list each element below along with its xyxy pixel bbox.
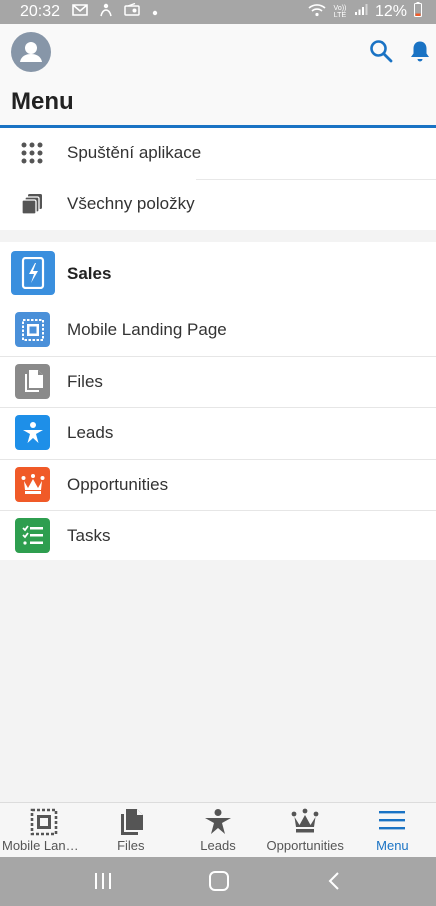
menu-item-label: Leads [67, 423, 114, 442]
battery-percent: 12% [374, 3, 407, 20]
sales-app-icon [11, 251, 55, 295]
menu-item-app-launcher[interactable]: Spuštění aplikace [0, 128, 436, 179]
dot-icon [152, 3, 158, 21]
bottom-nav-opportunities[interactable]: Opportunities [262, 803, 349, 857]
all-items-icon [20, 192, 44, 216]
avatar[interactable] [11, 32, 51, 72]
bottom-nav-menu[interactable]: Menu [349, 803, 436, 857]
menu-item-label: Mobile Landing Page [67, 320, 227, 339]
search-icon[interactable] [369, 39, 393, 68]
menu-item-mobile-landing-page[interactable]: Mobile Landing Page [0, 304, 436, 356]
app-header: Menu [0, 24, 436, 128]
menu-item-label: Files [67, 371, 103, 391]
back-icon[interactable] [327, 871, 341, 896]
leads-icon [204, 808, 232, 841]
leads-icon [15, 415, 50, 450]
bottom-nav-label: Menu [376, 838, 409, 853]
battery-icon [414, 2, 422, 22]
menu-item-label: Opportunities [67, 474, 169, 494]
user-icon [20, 42, 42, 62]
bottom-nav-label: Files [117, 838, 145, 853]
gmail-icon [72, 3, 88, 21]
tasks-icon [15, 518, 50, 553]
signal-icon [354, 3, 368, 21]
status-time: 20:32 [20, 3, 61, 20]
menu-item-label: Všechny položky [67, 194, 195, 213]
menu-item-opportunities[interactable]: Opportunities [0, 458, 436, 511]
notification-bell-icon[interactable] [408, 39, 432, 68]
files-icon [15, 363, 50, 399]
system-navigation-bar [0, 857, 436, 906]
bottom-nav-leads[interactable]: Leads [174, 803, 261, 857]
bottom-nav-mobile-landing-page[interactable]: Mobile Landi... [0, 803, 87, 857]
bottom-nav-label: Opportunities [266, 838, 344, 853]
menu-item-label: Spuštění aplikace [67, 143, 202, 162]
menu-item-files[interactable]: Files [0, 355, 436, 408]
menu-item-all-items[interactable]: Všechny položky [0, 179, 436, 230]
sales-app-header[interactable]: Sales [0, 242, 436, 304]
recent-apps-icon[interactable] [94, 871, 112, 896]
opportunities-icon [291, 808, 319, 839]
menu-item-leads[interactable]: Leads [0, 407, 436, 459]
opportunities-icon [15, 466, 50, 502]
sales-section: Sales Mobile Landing Page Files Leads Op… [0, 242, 436, 560]
bottom-navigation: Mobile Landi... Files Leads Opportunitie… [0, 802, 436, 857]
menu-item-tasks[interactable]: Tasks [0, 510, 436, 562]
landing-page-icon [30, 808, 58, 841]
radio-icon [124, 2, 140, 21]
bottom-nav-files[interactable]: Files [87, 803, 174, 857]
network-type: Vo)) LTE [333, 5, 347, 19]
sales-title: Sales [67, 264, 112, 283]
home-icon[interactable] [208, 871, 230, 896]
bottom-nav-label: Mobile Landi... [2, 838, 87, 853]
files-icon [118, 808, 144, 841]
landing-page-icon [15, 312, 50, 347]
bottom-nav-label: Leads [200, 838, 236, 853]
menu-item-label: Tasks [67, 526, 111, 545]
app-notification-icon [100, 3, 112, 22]
page-title: Menu [11, 88, 74, 115]
wifi-icon [308, 3, 326, 22]
hamburger-menu-icon [378, 808, 406, 837]
app-launcher-icon [20, 141, 44, 165]
launcher-section: Spuštění aplikace Všechny položky [0, 128, 436, 230]
status-bar: 20:32 Vo)) LTE 12% [0, 0, 436, 24]
